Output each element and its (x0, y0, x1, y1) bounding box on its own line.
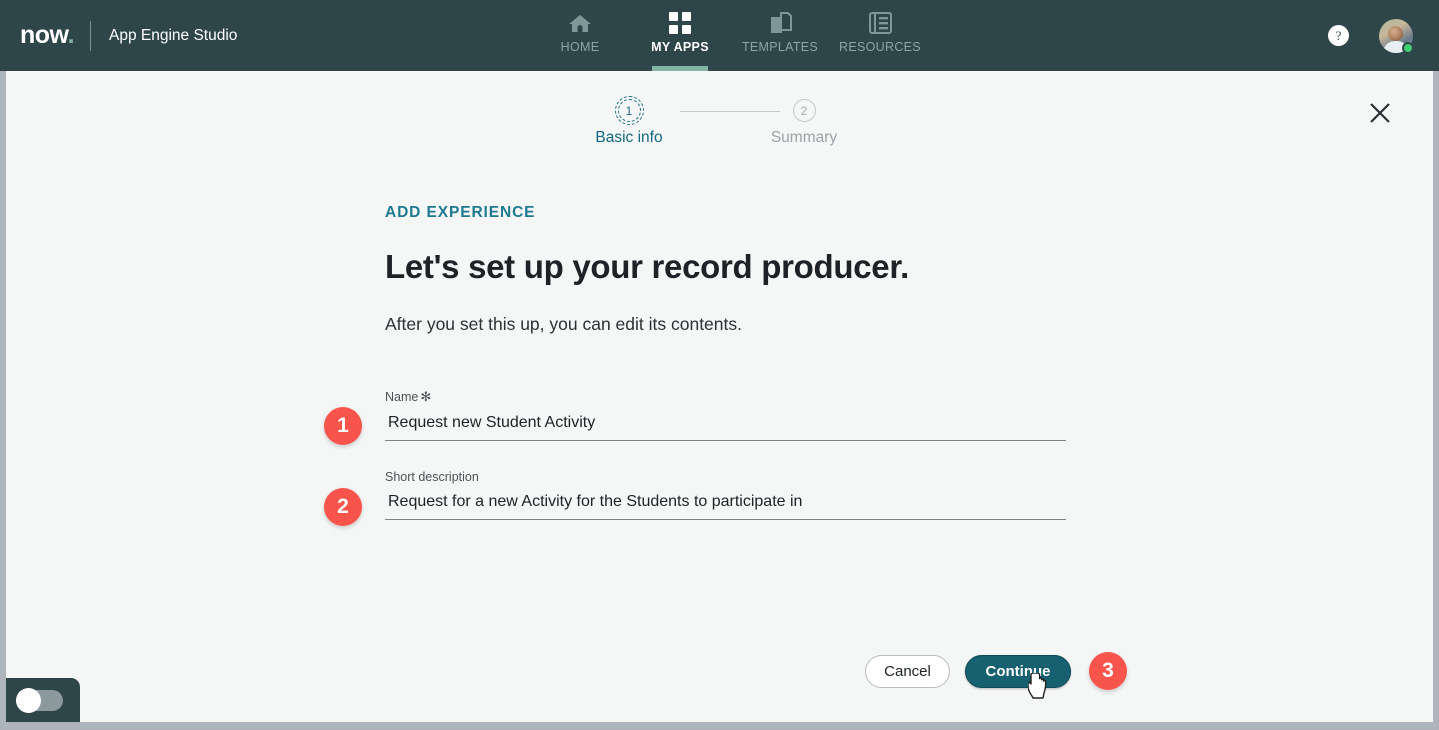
step-basic-info[interactable]: 1 Basic info (542, 96, 717, 147)
nav-tab-my-apps-label: MY APPS (651, 40, 709, 54)
nav-tab-templates-label: TEMPLATES (741, 40, 819, 54)
step-connector (679, 111, 780, 112)
annotation-badge-2: 2 (324, 488, 362, 526)
topbar-right-actions: ? (1328, 0, 1414, 71)
wizard-form-panel: ADD EXPERIENCE Let's set up your record … (324, 204, 1075, 526)
wizard-canvas: 1 Basic info 2 Summary ADD EXPERIENCE Le… (0, 71, 1439, 730)
field-short-description-label: Short description (385, 470, 1075, 484)
primary-nav: HOME MY APPS TEMPLATES RESOURCES (530, 0, 930, 71)
assistant-toggle[interactable] (6, 678, 80, 722)
form-fields: 1 Name✻ 2 Short description (324, 389, 1075, 526)
brand-divider (90, 20, 92, 51)
field-name: 1 Name ✻ (324, 389, 1075, 445)
field-short-description: 2 Short description (324, 470, 1075, 526)
step-summary-circle: 2 (792, 99, 816, 122)
toggle-knob (16, 687, 41, 713)
nav-tab-home[interactable]: HOME (530, 0, 630, 71)
field-short-description-label-text: Short description (385, 470, 479, 484)
annotation-badge-3: 3 (1089, 652, 1127, 690)
now-logo[interactable]: now. (20, 21, 75, 49)
annotation-badge-2-number: 2 (337, 495, 349, 518)
annotation-badge-1: 1 (324, 407, 362, 445)
toggle-track (16, 687, 63, 713)
now-logo-text: now (20, 21, 68, 49)
annotation-badge-3-number: 3 (1102, 659, 1114, 682)
field-name-label: Name ✻ (385, 389, 1075, 405)
help-icon-glyph: ? (1335, 27, 1342, 43)
logo-dot: . (67, 21, 75, 49)
continue-button[interactable]: Continue (965, 654, 1071, 688)
required-asterisk-icon: ✻ (420, 389, 432, 404)
wizard-actions: Cancel Continue 3 (865, 652, 1127, 690)
nav-tab-my-apps[interactable]: MY APPS (630, 0, 730, 71)
help-icon[interactable]: ? (1328, 25, 1349, 46)
step-basic-info-number: 1 (625, 103, 633, 118)
presence-online-indicator (1402, 41, 1414, 54)
grid-icon (669, 11, 691, 35)
step-summary-number: 2 (800, 103, 808, 118)
brand-area[interactable]: now. App Engine Studio (0, 0, 237, 71)
app-title: App Engine Studio (109, 26, 238, 44)
step-basic-info-label: Basic info (595, 129, 663, 146)
section-eyebrow: ADD EXPERIENCE (385, 204, 536, 221)
resources-icon (868, 11, 892, 35)
top-navigation-bar: now. App Engine Studio HOME MY APPS TEMP… (0, 0, 1439, 71)
wizard-stepper: 1 Basic info 2 Summary (6, 96, 1433, 147)
field-name-label-text: Name (385, 390, 419, 404)
nav-tab-home-label: HOME (560, 40, 600, 54)
page-subtitle: After you set this up, you can edit its … (385, 314, 742, 334)
cancel-button[interactable]: Cancel (865, 654, 950, 688)
templates-icon (768, 11, 792, 35)
nav-tab-resources[interactable]: RESOURCES (830, 0, 930, 71)
annotation-badge-1-number: 1 (337, 414, 349, 437)
short-description-input[interactable] (385, 489, 1066, 520)
step-summary-label: Summary (770, 129, 838, 146)
nav-tab-resources-label: RESOURCES (839, 40, 921, 54)
user-avatar-button[interactable] (1379, 18, 1414, 54)
home-icon (568, 11, 592, 35)
name-input[interactable] (385, 410, 1066, 441)
step-basic-info-circle: 1 (614, 96, 644, 125)
nav-tab-templates[interactable]: TEMPLATES (730, 0, 830, 71)
step-summary[interactable]: 2 Summary (717, 99, 892, 147)
page-title: Let's set up your record producer. (385, 248, 909, 285)
app-window: now. App Engine Studio HOME MY APPS TEMP… (0, 0, 1439, 730)
